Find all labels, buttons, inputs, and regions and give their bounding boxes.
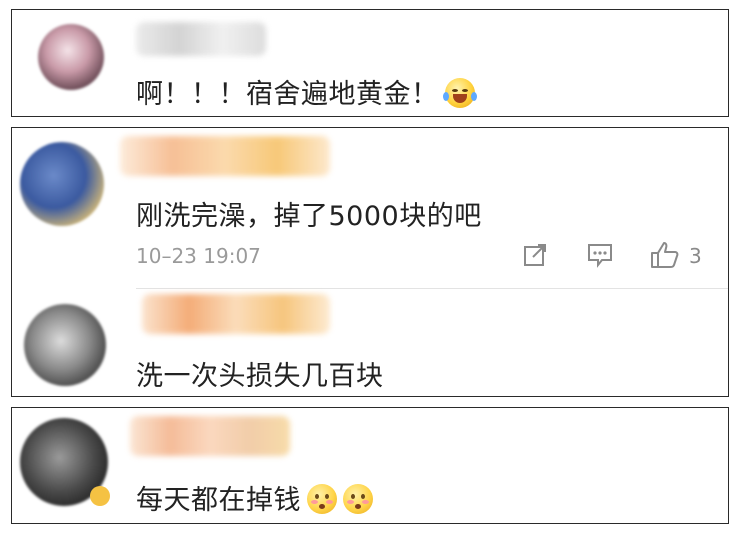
reply-text: 洗一次头损失几百块 (136, 361, 384, 392)
comment-timestamp: 10–23 19:07 (136, 244, 261, 268)
reply-avatar[interactable] (24, 304, 106, 386)
comment-icon[interactable] (586, 242, 614, 268)
comment-text: 每天都在掉钱 (136, 478, 373, 517)
laughing-crying-emoji-icon (442, 78, 477, 108)
comment-card-2: 刚洗完澡，掉了5000块的吧 10–23 19:07 3 洗一次头损失几百块 (11, 127, 729, 397)
avatar[interactable] (38, 24, 104, 90)
like-count: 3 (689, 244, 702, 268)
comment-card-1: 啊！！！宿舍遍地黄金！ (11, 9, 729, 117)
avatar[interactable] (20, 142, 104, 226)
comment-text: 刚洗完澡，掉了5000块的吧 (136, 201, 482, 232)
share-icon[interactable] (522, 242, 548, 268)
reply-username-blurred[interactable] (142, 294, 330, 334)
username-blurred[interactable] (130, 416, 290, 456)
blushing-face-emoji-icon (307, 484, 337, 514)
reply-divider (136, 288, 728, 289)
blushing-face-emoji-icon (343, 484, 373, 514)
verified-badge-icon (90, 486, 110, 506)
like-icon[interactable] (649, 240, 681, 270)
comment-text: 啊！！！宿舍遍地黄金！ (136, 72, 477, 111)
comment-card-3: 每天都在掉钱 (11, 407, 729, 524)
username-blurred[interactable] (120, 136, 330, 176)
username-blurred[interactable] (136, 22, 266, 56)
